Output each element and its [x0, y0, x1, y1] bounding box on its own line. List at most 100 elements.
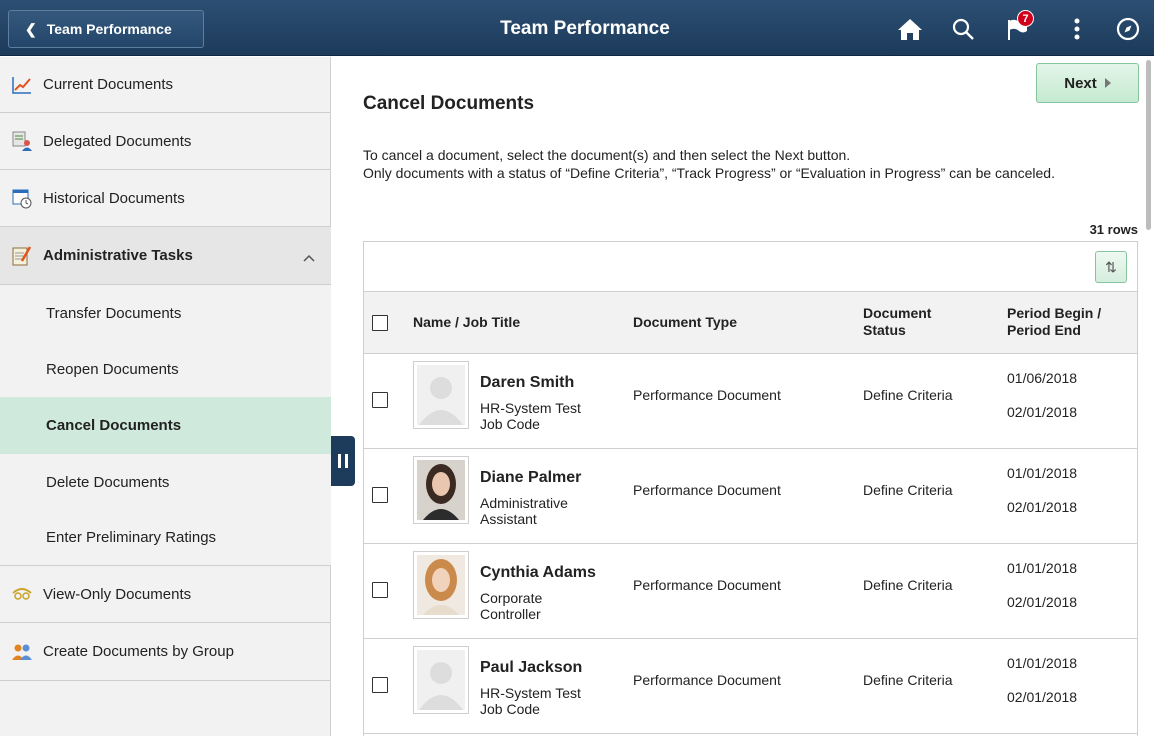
main-scrollbar[interactable]	[1146, 60, 1151, 230]
rows-count: 31 rows	[1089, 222, 1138, 237]
chevron-left-icon: ❮	[25, 20, 37, 37]
sidebar-item-view-only-documents[interactable]: View-Only Documents	[0, 566, 331, 623]
sidebar-item-create-documents-by-group[interactable]: Create Documents by Group	[0, 623, 331, 681]
avatar	[413, 456, 469, 524]
column-header-document-type[interactable]: Document Type	[633, 314, 737, 331]
grid-toolbar: ⇅	[364, 242, 1137, 292]
period-end: 02/01/2018	[1007, 594, 1078, 610]
group-icon	[11, 641, 33, 663]
sidebar-subitem-transfer-documents[interactable]: Transfer Documents	[0, 285, 331, 341]
header-line: Status	[863, 322, 906, 338]
document-type: Performance Document	[633, 672, 781, 688]
header-line: Period End	[1007, 322, 1081, 338]
sidebar-subitem-label: Reopen Documents	[46, 360, 179, 378]
back-button[interactable]: ❮ Team Performance	[8, 10, 204, 48]
calendar-clock-icon	[11, 187, 33, 209]
period-begin: 01/01/2018	[1007, 560, 1078, 576]
back-button-label: Team Performance	[46, 21, 172, 37]
sidebar-subitem-label: Enter Preliminary Ratings	[46, 529, 217, 546]
search-icon[interactable]	[948, 14, 978, 44]
sidebar-subitem-reopen-documents[interactable]: Reopen Documents	[0, 341, 331, 397]
employee-name[interactable]: Daren Smith	[480, 374, 574, 392]
navbar-compass-icon[interactable]	[1113, 14, 1143, 44]
next-button[interactable]: Next	[1036, 63, 1139, 103]
period-begin: 01/06/2018	[1007, 370, 1078, 386]
table-row[interactable]: Cynthia Adams Corporate Controller Perfo…	[364, 544, 1137, 639]
document-status: Define Criteria	[863, 577, 953, 593]
sidebar: Current Documents Delegated Documents Hi…	[0, 57, 331, 736]
page-title: Cancel Documents	[363, 93, 535, 114]
instructions-line: To cancel a document, select the documen…	[363, 147, 851, 163]
page-header-title: Team Performance	[500, 18, 670, 39]
sidebar-item-label: Current Documents	[43, 76, 174, 93]
job-title: HR-System Test Job Code	[480, 685, 581, 717]
sidebar-subitem-label: Delete Documents	[46, 473, 170, 491]
period-end: 02/01/2018	[1007, 499, 1078, 515]
delegated-icon	[11, 130, 33, 152]
header-line: Period Begin /	[1007, 305, 1102, 321]
sidebar-item-historical-documents[interactable]: Historical Documents	[0, 170, 331, 227]
row-checkbox[interactable]	[372, 487, 388, 503]
row-checkbox[interactable]	[372, 582, 388, 598]
caret-right-icon	[1104, 78, 1111, 88]
sidebar-subitem-enter-preliminary-ratings[interactable]: Enter Preliminary Ratings	[0, 510, 331, 566]
document-type: Performance Document	[633, 482, 781, 498]
period-begin: 01/01/2018	[1007, 655, 1078, 671]
flag-icon[interactable]: 7	[1002, 10, 1034, 44]
sidebar-subitem-label: Cancel Documents	[46, 417, 182, 434]
column-header-period[interactable]: Period Begin / Period End	[1007, 305, 1101, 339]
sidebar-subitem-cancel-documents[interactable]: Cancel Documents	[0, 397, 331, 454]
notepad-pencil-icon	[11, 245, 33, 267]
next-button-label: Next	[1064, 74, 1097, 92]
collapse-sidebar-button[interactable]	[331, 436, 355, 486]
document-status: Define Criteria	[863, 672, 953, 688]
employee-name[interactable]: Diane Palmer	[480, 469, 581, 487]
document-type: Performance Document	[633, 577, 781, 593]
document-type: Performance Document	[633, 387, 781, 403]
row-checkbox[interactable]	[372, 677, 388, 693]
avatar	[413, 551, 469, 619]
eye-glasses-icon	[11, 583, 33, 605]
sidebar-item-label: Administrative Tasks	[43, 247, 193, 264]
sort-icon[interactable]: ⇅	[1095, 251, 1127, 283]
period-end: 02/01/2018	[1007, 689, 1078, 705]
home-icon[interactable]	[895, 14, 925, 44]
job-title: Administrative Assistant	[480, 495, 568, 527]
period-end: 02/01/2018	[1007, 404, 1078, 420]
job-title: Corporate Controller	[480, 590, 543, 622]
document-status: Define Criteria	[863, 482, 953, 498]
document-status: Define Criteria	[863, 387, 953, 403]
documents-grid: ⇅ Name / Job Title Document Type Documen…	[363, 241, 1138, 736]
table-row[interactable]: Daren Smith HR-System Test Job Code Perf…	[364, 354, 1137, 449]
chart-line-icon	[11, 74, 33, 96]
sidebar-subitem-delete-documents[interactable]: Delete Documents	[0, 454, 331, 510]
app-header: ❮ Team Performance Team Performance 7	[0, 0, 1154, 56]
more-icon[interactable]	[1062, 14, 1092, 44]
notification-badge: 7	[1017, 10, 1034, 27]
select-all-checkbox[interactable]	[372, 315, 388, 331]
table-row[interactable]: Paul Jackson HR-System Test Job Code Per…	[364, 639, 1137, 734]
instructions-line: Only documents with a status of “Define …	[363, 165, 1055, 181]
header-line: Document	[863, 305, 932, 321]
sidebar-item-label: Historical Documents	[43, 189, 185, 207]
sidebar-item-label: Create Documents by Group	[43, 643, 234, 660]
table-header: Name / Job Title Document Type Document …	[364, 292, 1137, 354]
job-title: HR-System Test Job Code	[480, 400, 581, 432]
sidebar-item-label: Delegated Documents	[43, 132, 192, 150]
employee-name[interactable]: Paul Jackson	[480, 659, 582, 677]
column-header-document-status[interactable]: Document Status	[863, 305, 931, 339]
sidebar-item-administrative-tasks[interactable]: Administrative Tasks	[0, 227, 331, 285]
table-row[interactable]: Diane Palmer Administrative Assistant Pe…	[364, 449, 1137, 544]
sidebar-item-delegated-documents[interactable]: Delegated Documents	[0, 113, 331, 170]
instructions: To cancel a document, select the documen…	[363, 146, 1123, 182]
sidebar-subitem-label: Transfer Documents	[46, 304, 182, 322]
column-header-name[interactable]: Name / Job Title	[413, 314, 520, 331]
avatar	[413, 361, 469, 429]
employee-name[interactable]: Cynthia Adams	[480, 564, 596, 582]
chevron-up-icon	[303, 249, 315, 266]
period-begin: 01/01/2018	[1007, 465, 1078, 481]
sidebar-item-current-documents[interactable]: Current Documents	[0, 57, 331, 113]
avatar	[413, 646, 469, 714]
sidebar-item-label: View-Only Documents	[43, 585, 192, 603]
row-checkbox[interactable]	[372, 392, 388, 408]
